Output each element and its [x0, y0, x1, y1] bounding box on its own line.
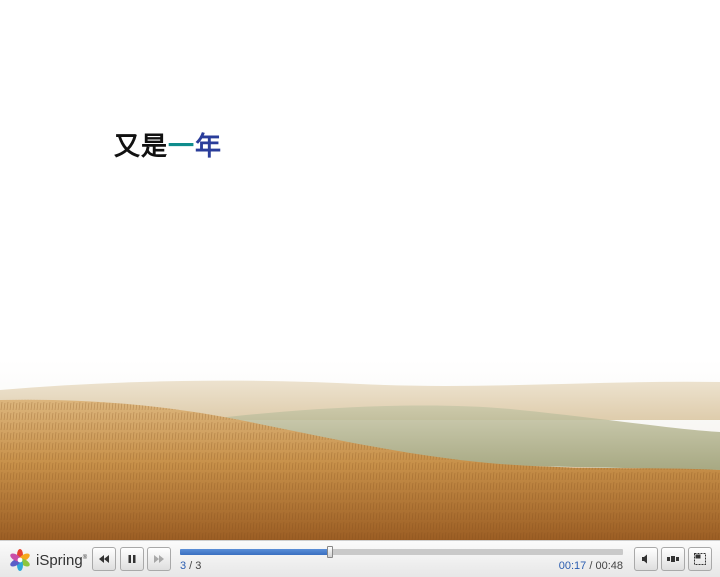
ispring-flower-icon — [10, 549, 30, 571]
slide-separator: / — [186, 560, 196, 572]
layout-button[interactable] — [661, 547, 685, 571]
volume-button[interactable] — [634, 547, 658, 571]
slide-counter: 3 / 3 — [180, 560, 201, 572]
rewind-icon — [99, 555, 109, 563]
seek-bar-thumb[interactable] — [327, 546, 334, 558]
fast-forward-button[interactable] — [147, 547, 171, 571]
slide-total: 3 — [195, 560, 202, 572]
fast-forward-icon — [154, 555, 164, 563]
fullscreen-button[interactable] — [688, 547, 712, 571]
playback-time: 00:17 / 00:48 — [559, 560, 623, 572]
volume-icon — [642, 554, 647, 564]
layout-icon — [667, 556, 679, 562]
time-current: 00:17 — [558, 560, 587, 572]
title-part-3: 年 — [195, 132, 223, 162]
ispring-logo: iSpring® — [8, 548, 87, 572]
ispring-brand: iSpring® — [36, 551, 88, 569]
slide-canvas: 又是一年 — [0, 0, 720, 540]
title-part-1: 又是 — [114, 132, 169, 162]
fullscreen-icon — [694, 553, 706, 565]
slide-title: 又是一年 — [114, 126, 222, 163]
pause-icon — [128, 555, 136, 563]
time-total: 00:48 — [595, 560, 623, 572]
title-part-2: 一 — [168, 132, 196, 162]
rewind-button[interactable] — [92, 547, 116, 571]
seek-bar[interactable] — [180, 546, 623, 558]
ispring-player: 又是一年 iSpring® 3 / 3 00:17 / 00:48 — [0, 0, 720, 577]
pause-button[interactable] — [120, 547, 144, 571]
seek-bar-fill — [180, 549, 331, 555]
wheat-field-image — [0, 360, 720, 540]
player-control-bar: iSpring® 3 / 3 00:17 / 00:48 — [0, 540, 720, 577]
